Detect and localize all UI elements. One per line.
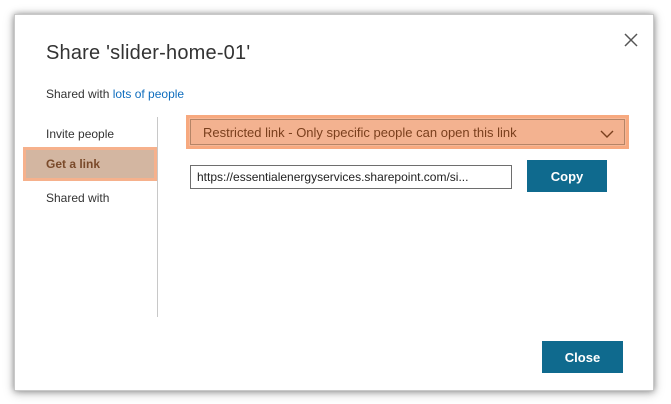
share-dialog: Share 'slider-home-01' Shared with lots …	[14, 14, 654, 391]
nav-divider	[157, 117, 158, 317]
copy-button[interactable]: Copy	[527, 160, 607, 192]
dialog-title: Share 'slider-home-01'	[46, 42, 251, 64]
link-type-dropdown-value: Restricted link - Only specific people c…	[203, 125, 517, 140]
link-type-dropdown[interactable]: Restricted link - Only specific people c…	[186, 115, 629, 149]
nav-item-shared-with[interactable]: Shared with	[23, 181, 157, 215]
chevron-down-icon	[600, 127, 614, 139]
share-link-url-field[interactable]: https://essentialenergyservices.sharepoi…	[190, 165, 512, 189]
nav-item-invite-people[interactable]: Invite people	[23, 117, 157, 151]
close-button[interactable]: Close	[542, 341, 623, 373]
nav-item-get-a-link[interactable]: Get a link	[23, 147, 157, 181]
close-icon[interactable]	[622, 31, 640, 49]
shared-with-link[interactable]: lots of people	[113, 87, 184, 101]
link-type-dropdown-inner: Restricted link - Only specific people c…	[190, 119, 625, 145]
shared-with-prefix: Shared with	[46, 87, 113, 101]
page: Share 'slider-home-01' Shared with lots …	[0, 0, 671, 404]
shared-with-summary: Shared with lots of people	[46, 87, 184, 101]
